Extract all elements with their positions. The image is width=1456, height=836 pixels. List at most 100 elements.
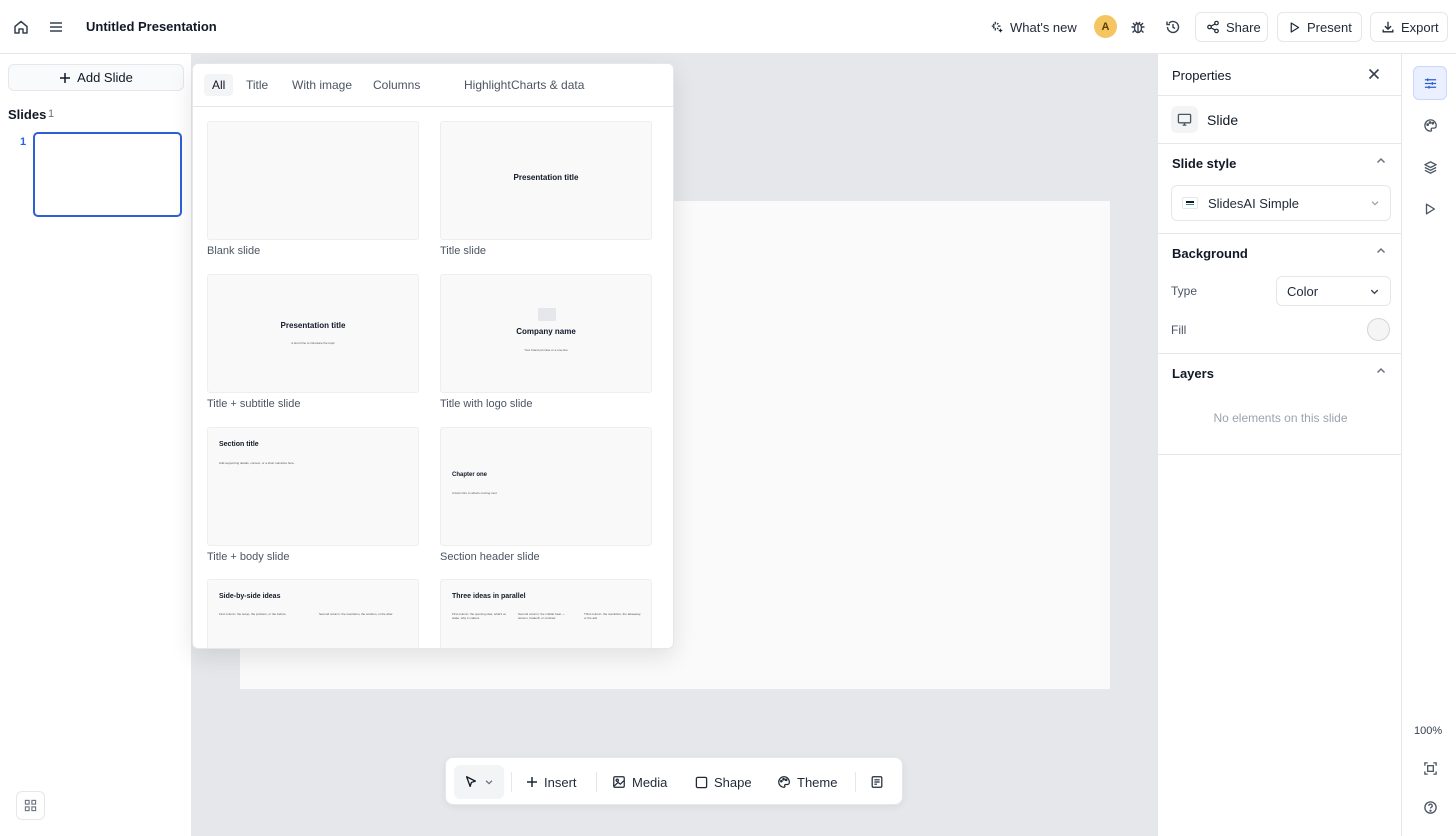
layers-heading: Layers bbox=[1172, 366, 1214, 381]
layout-two-columns[interactable]: Side-by-side ideas First column: the set… bbox=[207, 579, 419, 648]
whats-new-button[interactable]: What's new bbox=[980, 12, 1087, 42]
sliders-icon[interactable] bbox=[1413, 66, 1447, 100]
slide-style-select[interactable]: SlidesAI Simple bbox=[1171, 185, 1391, 221]
layout-blank[interactable]: Blank slide bbox=[207, 121, 419, 257]
zoom-level[interactable]: 100% bbox=[1414, 725, 1442, 737]
chevron-down-icon bbox=[1370, 198, 1380, 208]
layout-title[interactable]: Presentation title Title slide bbox=[440, 121, 652, 257]
palette-icon[interactable] bbox=[1413, 108, 1447, 142]
thumb-subtitle: A short line to introduce the topic bbox=[291, 341, 335, 345]
chevron-up-icon[interactable] bbox=[1375, 155, 1387, 167]
thumb-body: A brief intro to what's coming next bbox=[452, 491, 497, 495]
share-button[interactable]: Share bbox=[1195, 12, 1268, 42]
insert-label: Insert bbox=[544, 774, 577, 790]
layout-label: Title slide bbox=[440, 245, 487, 257]
shape-label: Shape bbox=[714, 774, 752, 790]
fit-screen-icon[interactable] bbox=[1413, 751, 1447, 785]
export-label: Export bbox=[1401, 19, 1439, 35]
slides-count: 1 bbox=[48, 108, 55, 120]
bug-icon[interactable] bbox=[1124, 13, 1152, 41]
divider bbox=[1158, 233, 1403, 234]
layout-title-logo[interactable]: Company name Your brand promise or a one… bbox=[440, 274, 652, 410]
play-icon[interactable] bbox=[1413, 192, 1447, 226]
plus-icon bbox=[526, 776, 538, 788]
home-icon[interactable] bbox=[7, 13, 35, 41]
palette-icon bbox=[777, 775, 791, 789]
layout-thumbnail: Company name Your brand promise or a one… bbox=[440, 274, 652, 393]
close-icon[interactable] bbox=[1367, 67, 1381, 81]
fill-color-swatch[interactable] bbox=[1367, 318, 1390, 341]
toolbar-divider bbox=[596, 772, 597, 792]
present-label: Present bbox=[1307, 19, 1352, 35]
image-icon bbox=[612, 775, 626, 789]
shape-button[interactable]: Shape bbox=[695, 769, 752, 795]
theme-preview-icon bbox=[1182, 197, 1198, 209]
menu-icon[interactable] bbox=[42, 13, 70, 41]
tab-columns[interactable]: Columns bbox=[365, 74, 428, 96]
history-icon[interactable] bbox=[1159, 13, 1187, 41]
insert-button[interactable]: Insert bbox=[526, 769, 577, 795]
layout-thumbnail bbox=[207, 121, 419, 240]
layout-title-subtitle[interactable]: Presentation title A short line to intro… bbox=[207, 274, 419, 410]
tab-with-image[interactable]: With image bbox=[284, 74, 360, 96]
divider bbox=[1158, 353, 1403, 354]
layout-thumbnail: Chapter one A brief intro to what's comi… bbox=[440, 427, 652, 546]
tab-charts-data[interactable]: Charts & data bbox=[503, 74, 592, 96]
element-type: Slide bbox=[1207, 112, 1239, 128]
select-tool-button[interactable] bbox=[454, 765, 504, 799]
thumb-column-1: First column: the opening idea, what's a… bbox=[452, 612, 506, 620]
thumb-column-1: First column: the setup, the problem, or… bbox=[219, 612, 287, 616]
thumb-subtitle: Your brand promise or a one-line bbox=[524, 348, 568, 352]
layout-label: Title + body slide bbox=[207, 551, 290, 563]
layout-thumbnail: Presentation title bbox=[440, 121, 652, 240]
fill-label: Fill bbox=[1171, 323, 1187, 337]
avatar[interactable]: A bbox=[1094, 15, 1117, 38]
properties-panel: Properties Slide Slide style SlidesAI Si… bbox=[1157, 54, 1403, 836]
background-type-select[interactable]: Color bbox=[1276, 276, 1391, 306]
divider bbox=[1158, 143, 1403, 144]
monitor-icon bbox=[1171, 106, 1198, 133]
layout-label: Blank slide bbox=[207, 245, 261, 257]
divider bbox=[1158, 454, 1403, 455]
thumb-title: Presentation title bbox=[280, 321, 346, 330]
share-icon bbox=[1206, 20, 1220, 34]
background-type-value: Color bbox=[1287, 283, 1319, 299]
slide-thumbnail[interactable] bbox=[33, 132, 182, 217]
chevron-up-icon[interactable] bbox=[1375, 245, 1387, 257]
cursor-icon bbox=[464, 775, 478, 789]
thumb-title: Presentation title bbox=[513, 173, 579, 182]
layout-three-columns[interactable]: Three ideas in parallel First column: th… bbox=[440, 579, 652, 648]
slide-style-heading: Slide style bbox=[1172, 156, 1237, 171]
layout-tabs: All Title With image Columns Highlight C… bbox=[193, 64, 673, 107]
bottom-toolbar: Insert Media Shape Theme bbox=[445, 757, 903, 805]
tab-title[interactable]: Title bbox=[238, 74, 276, 96]
layers-icon[interactable] bbox=[1413, 150, 1447, 184]
properties-title: Properties bbox=[1172, 68, 1232, 83]
add-slide-button[interactable]: Add Slide bbox=[8, 64, 184, 91]
notes-icon[interactable] bbox=[870, 769, 884, 795]
media-button[interactable]: Media bbox=[612, 769, 667, 795]
chevron-up-icon[interactable] bbox=[1375, 365, 1387, 377]
export-button[interactable]: Export bbox=[1370, 12, 1448, 42]
thumb-column-2: Second column: the middle beat — tension… bbox=[518, 612, 565, 620]
document-title[interactable]: Untitled Presentation bbox=[86, 19, 217, 34]
layout-title-body[interactable]: Section title Add supporting details, co… bbox=[207, 427, 419, 563]
grid-view-icon[interactable] bbox=[16, 791, 45, 820]
help-icon[interactable] bbox=[1413, 790, 1447, 824]
layout-label: Section header slide bbox=[440, 551, 540, 563]
slide-number: 1 bbox=[20, 136, 27, 148]
thumb-column-2: Second column: the resolution, the solut… bbox=[319, 612, 394, 616]
thumb-title: Side-by-side ideas bbox=[219, 593, 281, 600]
layout-picker: All Title With image Columns Highlight C… bbox=[192, 63, 674, 649]
thumb-body: Add supporting details, context, or a sh… bbox=[219, 461, 295, 465]
tab-all[interactable]: All bbox=[204, 74, 234, 96]
theme-button[interactable]: Theme bbox=[777, 769, 837, 795]
thumb-title: Section title bbox=[219, 441, 259, 448]
whats-new-label: What's new bbox=[1010, 19, 1077, 35]
add-slide-label: Add Slide bbox=[77, 70, 133, 85]
thumb-title: Chapter one bbox=[452, 472, 488, 478]
right-rail: 100% bbox=[1402, 54, 1456, 836]
top-bar: Untitled Presentation What's new A Share… bbox=[0, 0, 1456, 54]
present-button[interactable]: Present bbox=[1277, 12, 1362, 42]
layout-section-header[interactable]: Chapter one A brief intro to what's comi… bbox=[440, 427, 652, 563]
